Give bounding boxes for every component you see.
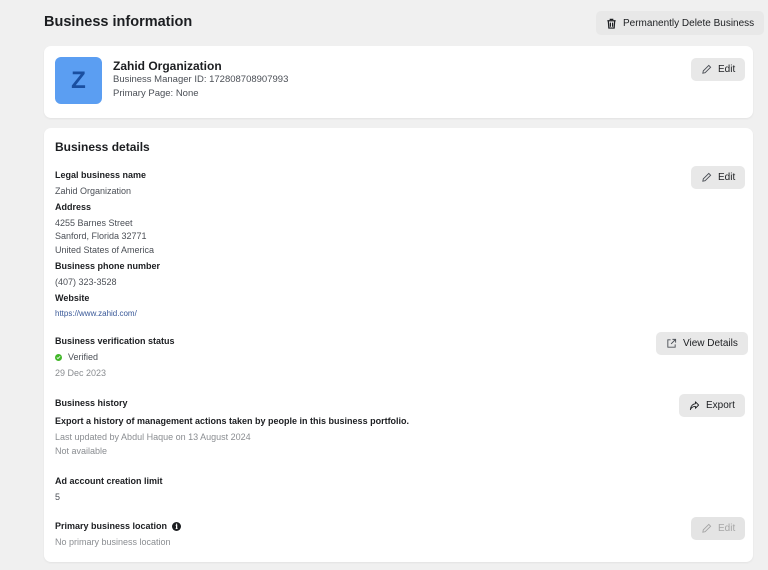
ad-limit-value: 5 xyxy=(55,492,61,502)
verification-label: Business verification status xyxy=(55,336,175,346)
pencil-icon xyxy=(701,172,712,183)
address-label: Address xyxy=(55,202,92,212)
edit-details-button[interactable]: Edit xyxy=(691,166,746,189)
phone-label: Business phone number xyxy=(55,261,161,271)
verification-status: Verified xyxy=(55,352,98,362)
edit-label: Edit xyxy=(718,172,736,183)
share-arrow-icon xyxy=(689,400,700,411)
verified-label: Verified xyxy=(68,352,99,362)
ad-limit-label: Ad account creation limit xyxy=(55,476,163,486)
address-line-2: Sanford, Florida 32771 xyxy=(55,231,147,241)
business-details-card: Business details Edit Legal business nam… xyxy=(44,128,753,562)
location-value: No primary business location xyxy=(55,537,171,547)
website-link[interactable]: https://www.zahid.com/ xyxy=(55,309,137,318)
edit-location-button[interactable]: Edit xyxy=(691,517,746,540)
history-label: Business history xyxy=(55,398,128,408)
pencil-icon xyxy=(701,523,712,534)
verification-date: 29 Dec 2023 xyxy=(55,368,107,378)
history-updated: Last updated by Abdul Haque on 13 August… xyxy=(55,432,251,442)
avatar: Z xyxy=(55,57,102,104)
edit-label: Edit xyxy=(718,523,736,534)
business-manager-id: Business Manager ID: 172808708907993 xyxy=(113,74,289,85)
location-label-row: Primary business location i xyxy=(55,521,182,532)
delete-business-label: Permanently Delete Business xyxy=(623,17,755,29)
legal-name-value: Zahid Organization xyxy=(55,186,132,196)
location-label: Primary business location xyxy=(55,521,168,531)
view-details-label: View Details xyxy=(683,338,738,349)
export-button[interactable]: Export xyxy=(679,394,745,417)
section-title: Business details xyxy=(55,140,150,154)
info-icon[interactable]: i xyxy=(172,522,182,532)
check-circle-icon xyxy=(55,353,62,361)
external-link-icon xyxy=(666,338,677,349)
legal-name-label: Legal business name xyxy=(55,170,147,180)
trash-icon xyxy=(606,18,617,29)
website-label: Website xyxy=(55,293,90,303)
history-availability: Not available xyxy=(55,446,108,456)
edit-label: Edit xyxy=(718,64,736,75)
address-line-3: United States of America xyxy=(55,245,155,255)
phone-value: (407) 323-3528 xyxy=(55,277,117,287)
permanently-delete-business-button[interactable]: Permanently Delete Business xyxy=(596,11,765,35)
export-label: Export xyxy=(706,400,735,411)
primary-page: Primary Page: None xyxy=(113,88,199,99)
history-description: Export a history of management actions t… xyxy=(55,416,410,426)
view-details-button[interactable]: View Details xyxy=(656,332,748,355)
pencil-icon xyxy=(701,64,712,75)
organization-name: Zahid Organization xyxy=(113,59,222,73)
page-title: Business information xyxy=(44,14,193,30)
edit-profile-button[interactable]: Edit xyxy=(691,58,746,81)
business-profile-card: Z Zahid Organization Business Manager ID… xyxy=(44,46,753,118)
address-line-1: 4255 Barnes Street xyxy=(55,218,133,228)
